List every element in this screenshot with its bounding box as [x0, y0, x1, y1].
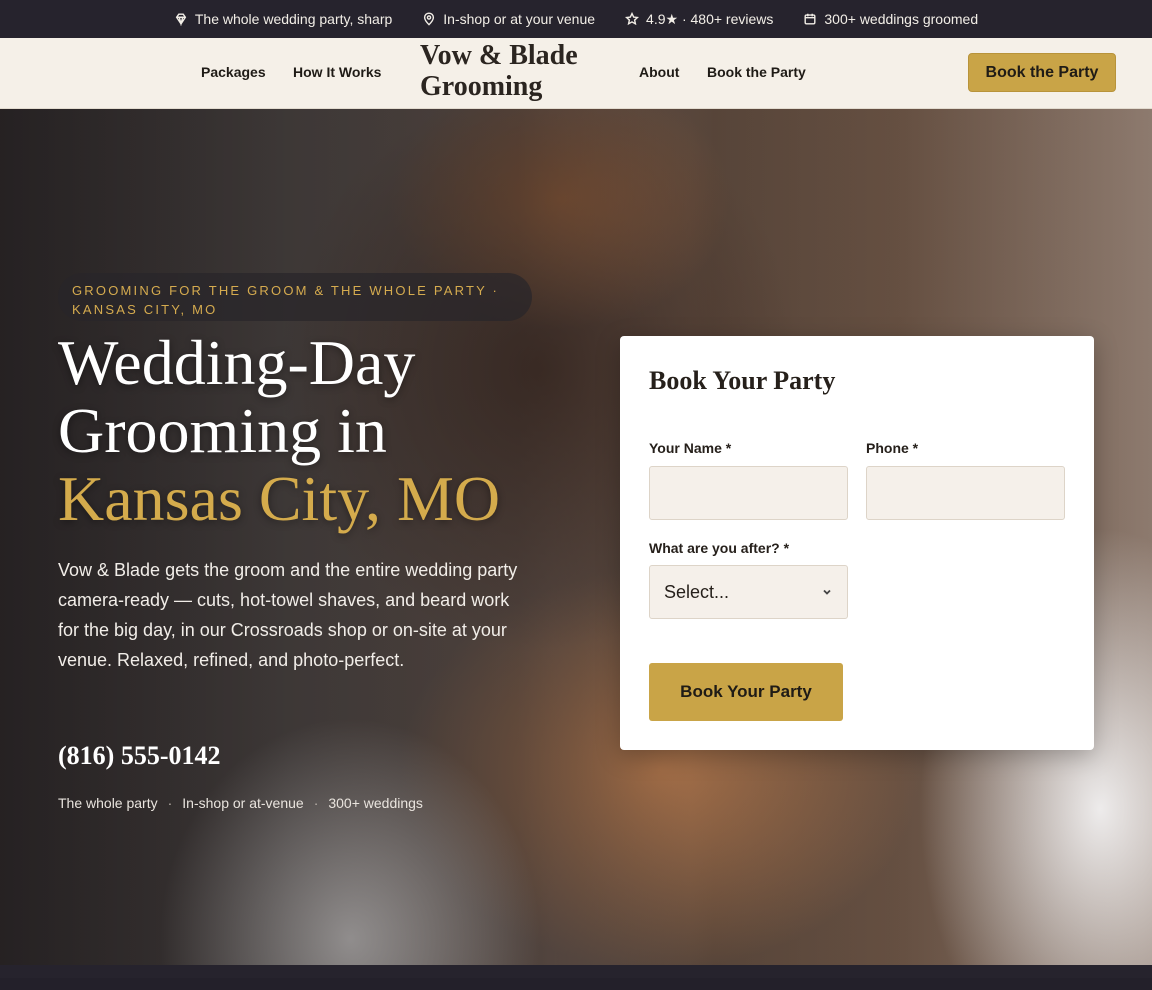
trust-item: The whole party — [58, 795, 158, 811]
nav-link-packages[interactable]: Packages — [201, 64, 266, 80]
phone-label: Phone * — [866, 440, 919, 456]
topbar-item-reviews: 4.9★ · 480+ reviews — [625, 11, 773, 28]
phone-number-link[interactable]: (816) 555-0142 — [58, 741, 220, 771]
trust-separator: · — [313, 795, 319, 811]
service-label: What are you after? * — [649, 540, 790, 556]
logo[interactable]: Vow & Blade Grooming — [420, 40, 590, 102]
star-icon — [625, 12, 640, 26]
calendar-icon — [804, 13, 816, 25]
nav-link-about[interactable]: About — [639, 64, 679, 80]
top-announcement-bar: The whole wedding party, sharp In-shop o… — [0, 0, 1152, 38]
service-select-value: Select... — [664, 581, 730, 602]
eyebrow-line: GROOMING FOR THE GROOM & THE WHOLE PARTY… — [72, 283, 500, 298]
nav-link-how-it-works[interactable]: How It Works — [293, 64, 381, 80]
book-the-party-button[interactable]: Book the Party — [968, 53, 1116, 92]
book-your-party-submit-button[interactable]: Book Your Party — [649, 663, 843, 721]
trust-item: 300+ weddings — [328, 795, 423, 811]
eyebrow-line: KANSAS CITY, MO — [72, 302, 218, 317]
nav-link-book-the-party[interactable]: Book the Party — [707, 64, 806, 80]
trust-signals: The whole party · In-shop or at-venue · … — [58, 795, 423, 811]
trust-separator: · — [167, 795, 173, 811]
topbar-item-location: In-shop or at your venue — [422, 11, 595, 27]
name-field[interactable] — [649, 466, 848, 520]
topbar-text: 300+ weddings groomed — [824, 11, 979, 27]
name-label: Your Name * — [649, 440, 732, 456]
booking-form: Book Your Party Your Name * Phone * What… — [620, 336, 1094, 750]
main-navigation: Packages How It Works Vow & Blade Groomi… — [0, 38, 1152, 109]
hero-description: Vow & Blade gets the groom and the entir… — [58, 560, 518, 670]
section-divider — [0, 965, 1152, 978]
chevron-down-icon — [823, 589, 831, 595]
diamond-icon — [175, 13, 187, 26]
trust-item: In-shop or at-venue — [182, 795, 304, 811]
service-select[interactable]: Select... — [649, 565, 848, 619]
topbar-item-weddings: 300+ weddings groomed — [803, 11, 978, 27]
hero-headline: Wedding-Day Grooming in Kansas City, MO — [58, 329, 578, 533]
topbar-text: In-shop or at your venue — [443, 11, 596, 27]
headline-accent: Kansas City, MO — [58, 463, 501, 534]
hero-section: GROOMING FOR THE GROOM & THE WHOLE PARTY… — [0, 109, 1152, 978]
topbar-text: The whole wedding party, sharp — [194, 11, 393, 27]
map-pin-icon — [424, 12, 435, 26]
logo-line: Vow & Blade — [420, 40, 578, 71]
logo-line: Grooming — [420, 71, 543, 102]
headline-line: Wedding-Day — [58, 327, 416, 398]
hero-eyebrow: GROOMING FOR THE GROOM & THE WHOLE PARTY… — [58, 273, 532, 321]
headline-line: Grooming in — [58, 395, 387, 466]
form-title: Book Your Party — [649, 366, 836, 395]
topbar-text: 4.9★ · 480+ reviews — [646, 10, 774, 27]
topbar-item-party: The whole wedding party, sharp — [174, 11, 392, 27]
phone-field[interactable] — [866, 466, 1065, 520]
